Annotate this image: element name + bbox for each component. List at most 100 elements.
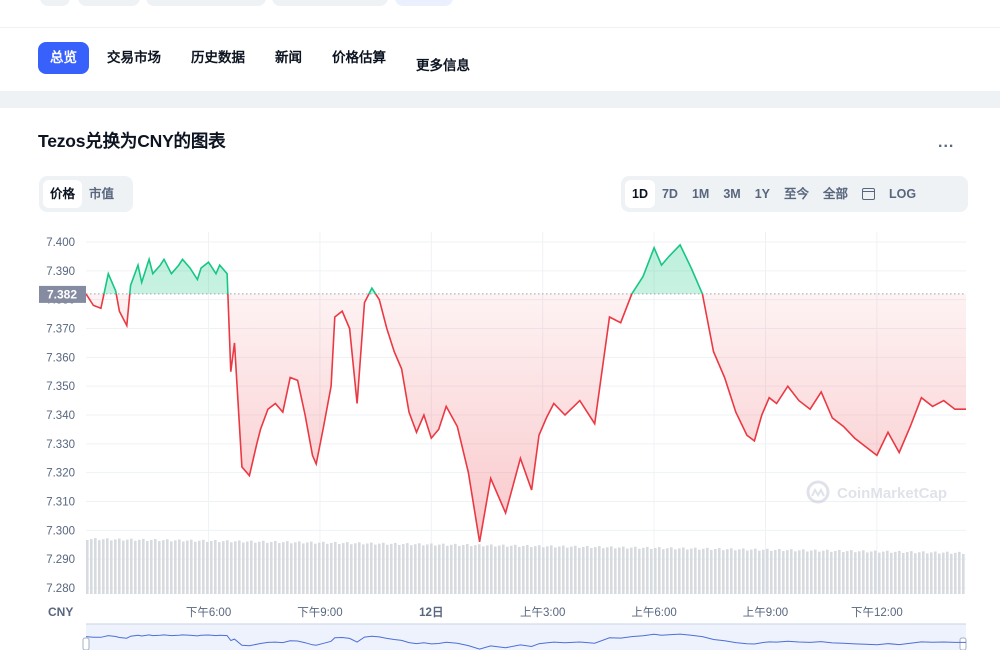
- volume-bar: [238, 540, 241, 594]
- x-tick-label: 上午6:00: [631, 606, 676, 619]
- volume-bar: [838, 549, 841, 594]
- x-tick-label: 下午6:00: [186, 606, 231, 619]
- volume-bar: [210, 540, 213, 594]
- volume-bar: [518, 546, 521, 594]
- volume-bar: [314, 543, 317, 594]
- volume-bar: [158, 541, 161, 594]
- volume-bar: [350, 544, 353, 594]
- volume-bar: [546, 546, 549, 594]
- volume-bar: [722, 550, 725, 594]
- currency-label: CNY: [48, 605, 73, 619]
- price-chart[interactable]: 7.4007.3907.3807.3707.3607.3507.3407.330…: [0, 0, 1000, 650]
- volume-bar: [742, 548, 745, 594]
- volume-bar: [178, 539, 181, 594]
- y-tick-label: 7.280: [46, 583, 75, 595]
- volume-bar: [274, 540, 277, 594]
- volume-bar: [370, 542, 373, 594]
- volume-bar: [598, 546, 601, 594]
- y-tick-label: 7.300: [46, 525, 75, 537]
- reference-value-label: 7.382: [47, 287, 77, 301]
- volume-bar: [86, 540, 89, 594]
- volume-bar: [962, 553, 965, 594]
- volume-bar: [222, 541, 225, 594]
- volume-bar: [278, 543, 281, 594]
- volume-bar: [166, 539, 169, 594]
- volume-bar: [310, 541, 313, 594]
- volume-bar: [554, 547, 557, 594]
- y-axis: 7.4007.3907.3807.3707.3607.3507.3407.330…: [39, 237, 86, 595]
- volume-bar: [114, 539, 117, 594]
- volume-bar: [110, 540, 113, 594]
- volume-bar: [882, 551, 885, 594]
- volume-bar: [686, 549, 689, 594]
- volume-bar: [346, 542, 349, 594]
- volume-bar: [138, 539, 141, 594]
- volume-bar: [902, 552, 905, 594]
- volume-bar: [250, 540, 253, 594]
- volume-bar: [898, 550, 901, 594]
- volume-bar: [606, 547, 609, 594]
- volume-bar: [782, 551, 785, 594]
- volume-bar: [698, 549, 701, 594]
- volume-bar: [162, 540, 165, 594]
- volume-bar: [126, 539, 129, 594]
- y-tick-label: 7.350: [46, 381, 75, 393]
- volume-bar: [290, 543, 293, 594]
- volume-bar: [458, 545, 461, 594]
- x-tick-label: 上午3:00: [520, 606, 565, 619]
- navigator-right-handle[interactable]: [959, 637, 967, 650]
- volume-bar: [926, 553, 929, 594]
- x-tick-label: 上午9:00: [743, 606, 788, 619]
- volume-bar: [402, 544, 405, 594]
- volume-bar: [954, 552, 957, 594]
- volume-bar: [658, 547, 661, 594]
- volume-bar: [270, 541, 273, 594]
- volume-bar: [702, 548, 705, 594]
- volume-bar: [906, 552, 909, 594]
- volume-bar: [442, 543, 445, 594]
- volume-bar: [730, 548, 733, 594]
- volume-bar: [102, 539, 105, 594]
- volume-bar: [398, 544, 401, 594]
- navigator-left-handle[interactable]: [82, 637, 90, 650]
- volume-bar: [562, 545, 565, 594]
- volume-bar: [98, 540, 101, 594]
- volume-bar: [550, 545, 553, 594]
- volume-bar: [570, 546, 573, 594]
- volume-bar: [950, 553, 953, 594]
- volume-bar: [338, 544, 341, 594]
- volume-bar: [434, 545, 437, 594]
- volume-bar: [226, 540, 229, 594]
- volume-bar: [258, 541, 261, 594]
- volume-bar: [514, 544, 517, 594]
- y-tick-label: 7.320: [46, 468, 75, 480]
- volume-bar: [602, 548, 605, 594]
- volume-bar: [430, 543, 433, 594]
- volume-bar: [474, 545, 477, 594]
- volume-bar: [394, 542, 397, 594]
- volume-bar: [486, 545, 489, 594]
- volume-bar: [286, 541, 289, 594]
- volume-bar: [130, 538, 133, 594]
- y-tick-label: 7.340: [46, 410, 75, 422]
- volume-bar: [194, 541, 197, 594]
- volume-bar: [322, 541, 325, 594]
- volume-bar: [766, 548, 769, 594]
- volume-bar: [934, 551, 937, 594]
- volume-bar: [830, 551, 833, 594]
- volume-bar: [154, 539, 157, 594]
- volume-bar: [870, 551, 873, 594]
- volume-bar: [646, 546, 649, 594]
- volume-bar: [886, 550, 889, 594]
- volume-bar: [326, 543, 329, 594]
- volume-bar: [262, 540, 265, 594]
- volume-bar: [770, 550, 773, 594]
- volume-bar: [298, 541, 301, 594]
- volume-bar: [478, 544, 481, 594]
- x-tick-label: 下午9:00: [297, 606, 342, 619]
- volume-bar: [798, 550, 801, 594]
- volume-bar: [494, 546, 497, 594]
- volume-bar: [590, 548, 593, 594]
- volume-bar: [866, 552, 869, 594]
- volume-bar: [678, 548, 681, 594]
